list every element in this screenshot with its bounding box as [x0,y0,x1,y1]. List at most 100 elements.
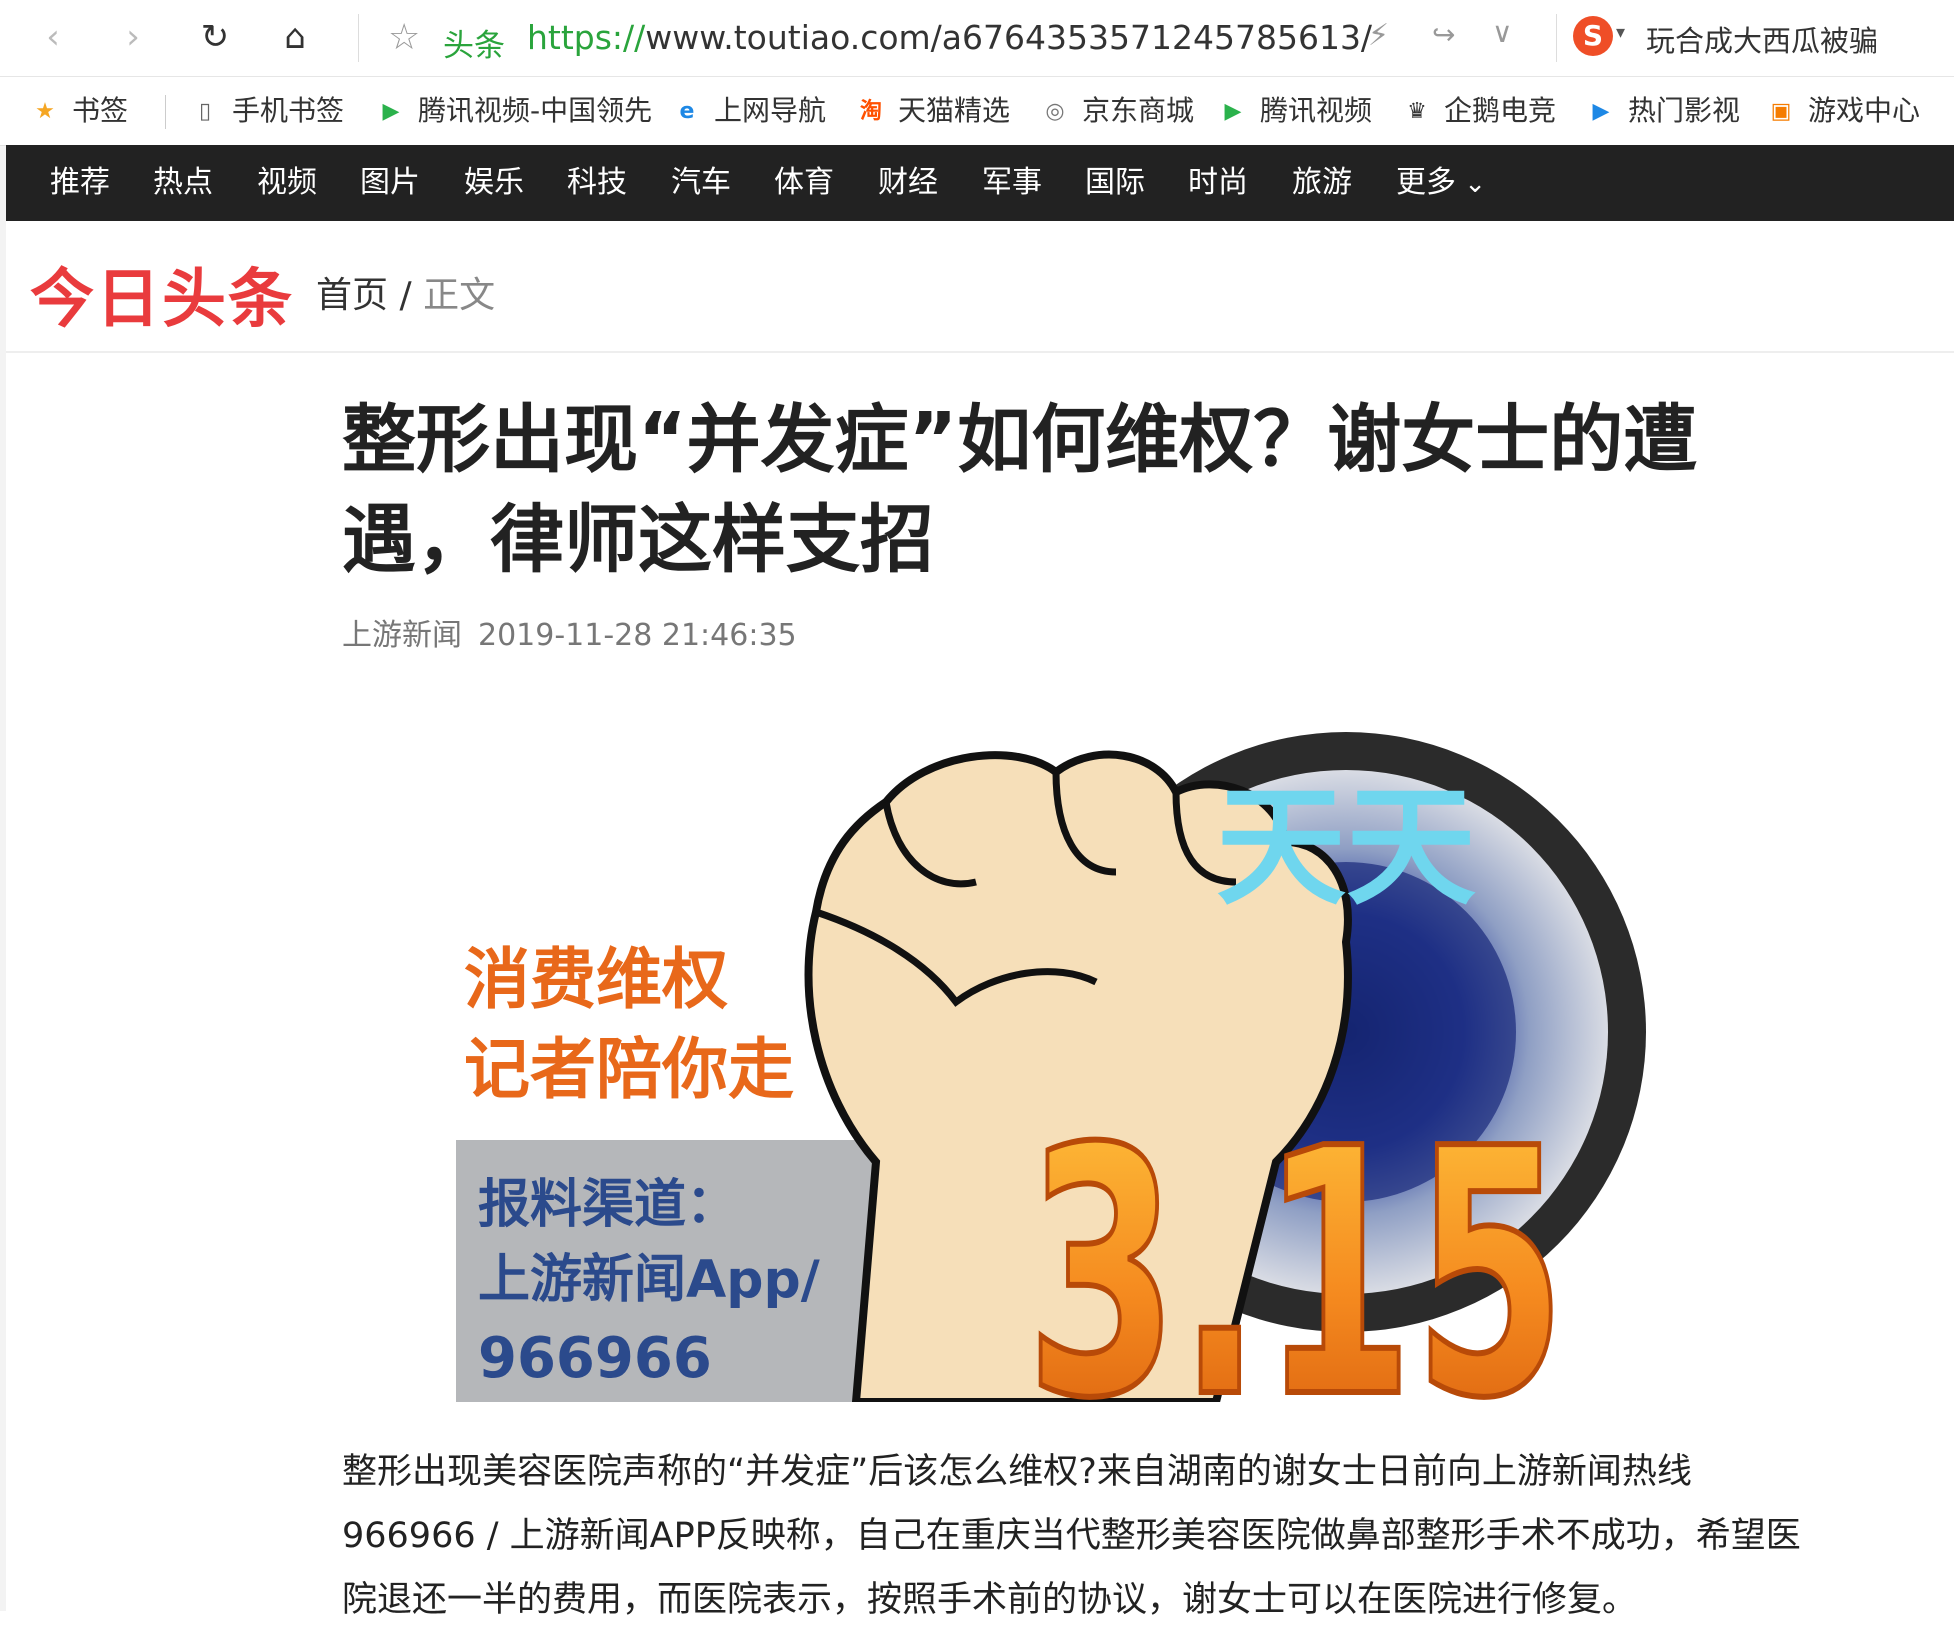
url-path: www.toutiao.com/a6764353571245785613/ [645,18,1373,57]
breadcrumb-current: 正文 [423,275,496,316]
bookmark-item[interactable]: ▶ 腾讯视频 [1218,91,1372,131]
chevron-down-icon: ⌄ [1456,169,1487,199]
toutiao-logo[interactable]: 今日头条 [30,248,294,340]
category-tab[interactable]: 科技 [567,163,627,203]
category-label: 视频 [257,165,317,200]
favorite-star-icon[interactable]: ☆ [388,18,420,58]
chevron-down-icon[interactable]: ∨ [1492,16,1513,49]
url-field[interactable]: https://www.toutiao.com/a676435357124578… [527,18,1372,57]
poster-slogan-line2: 记者陪你走 [464,1031,794,1108]
bookmark-label: 上网导航 [714,94,827,127]
address-bar: ‹ › ↻ ⌂ ☆ 头条 https://www.toutiao.com/a67… [0,0,1954,77]
poster-report-app: 上游新闻App/ [478,1250,820,1310]
category-tab[interactable]: 推荐 [50,163,110,203]
bookmark-item[interactable]: ◎ 京东商城 [1040,91,1194,131]
bookmark-label: 天猫精选 [898,94,1011,127]
bookmark-label: 热门影视 [1628,94,1741,127]
ie-icon: e [679,99,695,124]
category-tab[interactable]: 娱乐 [464,163,524,203]
caret-down-icon[interactable]: ▾ [1616,22,1625,43]
article-source[interactable]: 上游新闻 [342,618,462,653]
bookmark-label: 京东商城 [1082,94,1195,127]
header-divider [6,351,1954,353]
search-suggestion[interactable]: 玩合成大西瓜被骗 [1646,18,1878,60]
bookmark-label: 腾讯视频 [1260,94,1373,127]
divider [358,14,359,62]
divider [165,95,166,129]
category-tab[interactable]: 军事 [982,163,1042,203]
poster-slogan-line1: 消费维权 [464,941,728,1018]
poster-report-title: 报料渠道： [478,1175,738,1235]
poster-315: 3.15 [1026,1077,1566,1402]
category-label: 时尚 [1188,165,1248,200]
bookmark-item[interactable]: e 上网导航 [672,91,826,131]
category-label: 体育 [774,165,834,200]
reload-icon[interactable]: ↻ [192,14,238,60]
breadcrumb-home[interactable]: 首页 [316,275,388,316]
bookmark-label: 手机书签 [232,94,345,127]
category-tab[interactable]: 财经 [878,163,938,203]
play-icon: ▶ [1592,99,1610,124]
category-nav: 推荐 热点 视频 图片 娱乐 科技 汽车 体育 财经 军事 国际 时尚 旅游 更多 ⌄ [6,145,1954,221]
category-label: 财经 [878,165,938,200]
breadcrumb: 首页 / 正文 [316,266,495,318]
gamepad-icon: ▣ [1770,99,1792,124]
bookmark-item[interactable]: 淘天猫精选 [856,91,1010,131]
bookmark-label: 腾讯视频-中国领先 [418,94,653,127]
category-tab[interactable]: 热点 [153,163,213,203]
category-label: 汽车 [671,165,731,200]
article-poster-image: 天天 3.15 消费维权 记者陪你走 报料渠道： 上游新闻App/ 966966 [456,732,1646,1402]
bookmarks-bar: ★ 书签 ▯ 手机书签 ▶ 腾讯视频-中国领先 e 上网导航淘天猫精选 ◎ 京东商城 ▶ 腾讯视频 ♛ 企… [0,77,1954,146]
bookmark-label: 游戏中心 [1808,94,1921,127]
category-tab[interactable]: 视频 [257,163,317,203]
category-label: 推荐 [50,165,110,200]
category-tab[interactable]: 旅游 [1292,163,1352,203]
forward-icon[interactable]: › [110,14,156,60]
divider [1556,14,1557,62]
bookmark-label: 企鹅电竞 [1444,94,1557,127]
tencent-video-icon: ▶ [382,99,400,124]
category-tab[interactable]: 国际 [1085,163,1145,203]
breadcrumb-separator: / [399,275,412,316]
category-label: 科技 [567,165,627,200]
taobao-icon: 淘 [859,99,882,124]
bookmark-label: 书签 [72,94,129,127]
bookmark-item[interactable]: ★ 书签 [30,91,128,131]
phone-icon: ▯ [198,99,212,124]
penguin-esports-icon: ♛ [1407,99,1427,124]
category-label: 更多 [1396,165,1456,200]
article-meta: 上游新闻 2019-11-28 21:46:35 [342,610,813,654]
back-icon[interactable]: ‹ [30,14,76,60]
bolt-icon[interactable]: ⚡ [1368,18,1389,53]
bookmark-item[interactable]: ♛ 企鹅电竞 [1402,91,1556,131]
window-left-edge [0,0,6,1611]
home-icon[interactable]: ⌂ [272,14,318,60]
site-label: 头条 [443,28,505,64]
poster-report-phone: 966966 [478,1326,712,1391]
category-tab[interactable]: 时尚 [1188,163,1248,203]
tencent-video-icon: ▶ [1224,99,1242,124]
category-tab[interactable]: 图片 [360,163,420,203]
article-title: 整形出现“并发症”如何维权？谢女士的遭遇，律师这样支招 [342,397,1698,583]
bookmark-item[interactable]: ▯ 手机书签 [190,91,344,131]
category-tab[interactable]: 汽车 [671,163,731,203]
category-label: 国际 [1085,165,1145,200]
category-label: 热点 [153,165,213,200]
category-label: 娱乐 [464,165,524,200]
url-scheme: https:// [527,18,646,57]
bookmark-item[interactable]: ▶ 热门影视 [1586,91,1740,131]
article-datetime: 2019-11-28 21:46:35 [478,618,797,653]
globe-icon: ◎ [1045,99,1065,124]
category-tab[interactable]: 体育 [774,163,834,203]
bookmark-item[interactable]: ▶ 腾讯视频-中国领先 [376,91,653,131]
bookmark-item[interactable]: ▣ 游戏中心 [1766,91,1920,131]
share-icon[interactable]: ↪ [1432,18,1455,51]
category-label: 军事 [982,165,1042,200]
star-icon: ★ [35,99,55,124]
poster-tiantian: 天天 [1216,771,1476,923]
category-label: 旅游 [1292,165,1352,200]
sogou-search-icon[interactable]: S [1573,16,1613,56]
article-body: 整形出现美容医院声称的“并发症”后该怎么维权?来自湖南的谢女士日前向上游新闻热线… [342,1452,1801,1620]
category-tab[interactable]: 更多 ⌄ [1396,163,1486,204]
category-label: 图片 [360,165,420,200]
